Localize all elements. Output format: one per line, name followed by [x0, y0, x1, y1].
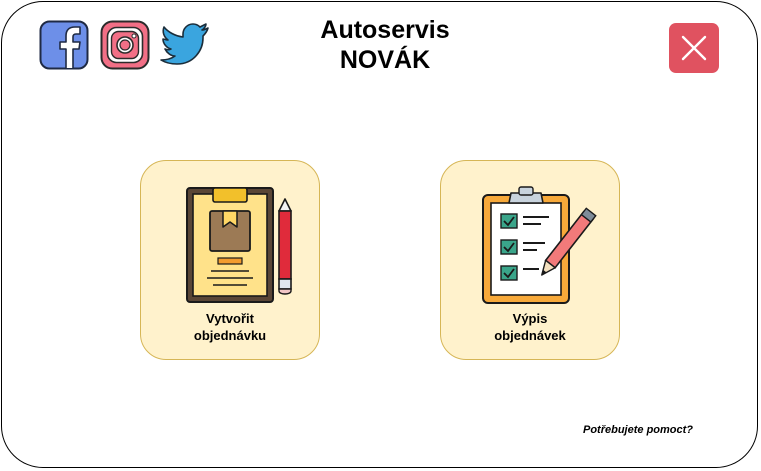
create-order-button[interactable]: Vytvořit objednávku: [140, 160, 320, 360]
app-title-line2: NOVÁK: [339, 46, 431, 74]
order-list-button[interactable]: Výpis objednávek: [440, 160, 620, 360]
create-order-label: Vytvořit objednávku: [193, 311, 267, 343]
twitter-icon[interactable]: [160, 22, 210, 66]
close-icon: [681, 35, 707, 61]
close-button[interactable]: [669, 23, 719, 73]
order-list-label: Výpis objednávek: [494, 311, 566, 343]
facebook-icon[interactable]: [39, 20, 89, 70]
checklist-pencil-icon: [482, 186, 597, 304]
app-title-line1: Autoservis: [320, 16, 450, 44]
clipboard-package-pencil-icon: [186, 187, 292, 303]
help-link[interactable]: Potřebujete pomoct?: [583, 424, 693, 436]
app-title: Autoservis NOVÁK: [280, 15, 490, 75]
instagram-icon[interactable]: [100, 20, 150, 70]
